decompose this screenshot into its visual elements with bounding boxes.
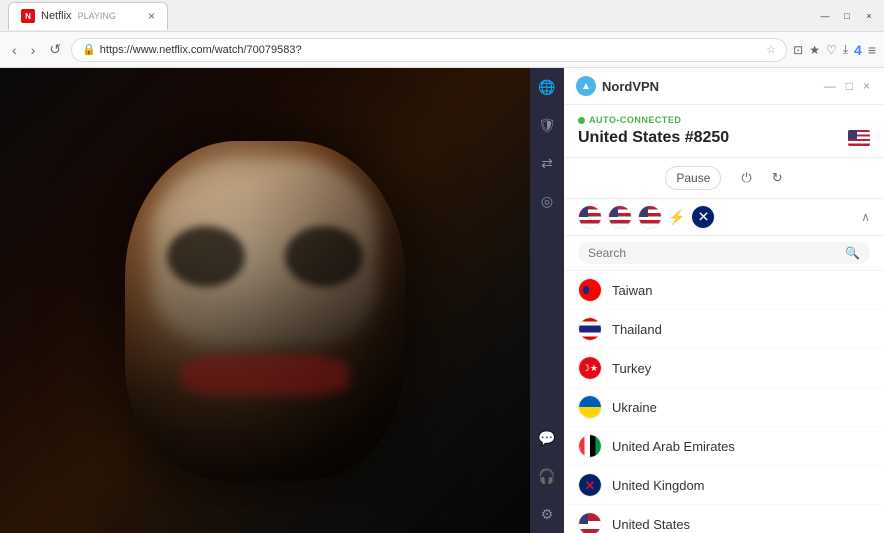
- quick-flag-3[interactable]: [638, 205, 662, 229]
- vpn-main-panel: NordVPN — □ × AUTO-CONNECTED United Stat…: [564, 68, 884, 533]
- bookmark-icon[interactable]: ☆: [766, 43, 776, 56]
- control-row: Pause ⏻ ↻: [564, 158, 884, 199]
- nord-logo-svg: [579, 79, 593, 93]
- joker-image: [125, 141, 405, 481]
- menu-icon[interactable]: ≡: [868, 42, 876, 58]
- flag-uk: ✕: [578, 473, 602, 497]
- address-bar[interactable]: 🔒 https://www.netflix.com/watch/70079583…: [71, 38, 787, 62]
- chevron-up-icon[interactable]: ∧: [861, 210, 870, 224]
- connected-section: AUTO-CONNECTED United States #8250: [564, 105, 884, 158]
- extensions-icon[interactable]: 4: [854, 42, 862, 58]
- sidebar-connect-icon[interactable]: ⇄: [536, 152, 558, 174]
- forward-button[interactable]: ›: [27, 40, 40, 60]
- flag-taiwan: [578, 278, 602, 302]
- sidebar-settings-icon[interactable]: ⚙: [536, 503, 558, 525]
- connected-indicator: [578, 117, 585, 124]
- refresh-button[interactable]: ↺: [45, 39, 65, 60]
- close-button[interactable]: ×: [862, 9, 876, 23]
- url-text: https://www.netflix.com/watch/70079583?: [100, 44, 302, 56]
- star-icon[interactable]: ★: [809, 43, 820, 57]
- heart-icon[interactable]: ♡: [826, 43, 837, 57]
- country-name-ukraine: Ukraine: [612, 400, 657, 415]
- server-row: United States #8250: [578, 129, 870, 147]
- country-name-us: United States: [612, 517, 690, 532]
- country-item-turkey[interactable]: ☽★ Turkey: [564, 349, 884, 388]
- country-item-us[interactable]: United States: [564, 505, 884, 533]
- country-name-uae: United Arab Emirates: [612, 439, 735, 454]
- search-row: 🔍: [564, 236, 884, 271]
- refresh-icon[interactable]: ↻: [772, 170, 783, 186]
- maximize-button[interactable]: □: [840, 9, 854, 23]
- sidebar-globe-icon[interactable]: 🌐: [536, 76, 558, 98]
- quick-flag-2[interactable]: [608, 205, 632, 229]
- browser-addressbar: ‹ › ↺ 🔒 https://www.netflix.com/watch/70…: [0, 32, 884, 68]
- screenshot-icon[interactable]: ⊡: [793, 43, 803, 57]
- pause-label: Pause: [676, 171, 710, 185]
- vpn-maximize-icon[interactable]: □: [844, 77, 855, 95]
- browser-tab[interactable]: N Netflix PLAYING ×: [8, 2, 168, 30]
- browser-titlebar: N Netflix PLAYING × — □ ×: [0, 0, 884, 32]
- lock-icon: 🔒: [82, 43, 96, 56]
- search-input[interactable]: [588, 246, 839, 260]
- flag-ukraine: [578, 395, 602, 419]
- quick-connect-row: ⚡ ∧: [564, 199, 884, 236]
- download-icon[interactable]: ⤓: [843, 42, 848, 57]
- tab-subtitle: PLAYING: [78, 11, 116, 21]
- sidebar-target-icon[interactable]: ◎: [536, 190, 558, 212]
- country-item-uk[interactable]: ✕ United Kingdom: [564, 466, 884, 505]
- auto-connected-badge: AUTO-CONNECTED: [578, 115, 870, 125]
- flag-turkey: ☽★: [578, 356, 602, 380]
- connected-badge-text: AUTO-CONNECTED: [589, 115, 681, 125]
- vpn-header: NordVPN — □ ×: [564, 68, 884, 105]
- country-item-taiwan[interactable]: Taiwan: [564, 271, 884, 310]
- country-name-thailand: Thailand: [612, 322, 662, 337]
- country-name-turkey: Turkey: [612, 361, 651, 376]
- netflix-favicon: N: [21, 9, 35, 23]
- tab-close-button[interactable]: ×: [148, 9, 155, 23]
- server-name: United States #8250: [578, 129, 840, 147]
- video-background: [0, 68, 530, 533]
- country-item-ukraine[interactable]: Ukraine: [564, 388, 884, 427]
- country-name-uk: United Kingdom: [612, 478, 705, 493]
- flag-thailand: [578, 317, 602, 341]
- tab-title: Netflix: [41, 10, 72, 22]
- address-bar-icons: ☆: [766, 43, 776, 56]
- flag-us-list: [578, 512, 602, 533]
- quick-flag-1[interactable]: [578, 205, 602, 229]
- browser-toolbar: ⊡ ★ ♡ ⤓ 4 ≡: [793, 42, 876, 58]
- quick-flag-gb[interactable]: [691, 205, 715, 229]
- lightning-icon[interactable]: ⚡: [668, 209, 685, 226]
- country-item-uae[interactable]: United Arab Emirates: [564, 427, 884, 466]
- vpn-minimize-icon[interactable]: —: [822, 77, 838, 95]
- pause-button[interactable]: Pause: [665, 166, 721, 190]
- vpn-close-icon[interactable]: ×: [861, 77, 872, 95]
- country-name-taiwan: Taiwan: [612, 283, 652, 298]
- connected-country-flag: [848, 130, 870, 146]
- country-item-thailand[interactable]: Thailand: [564, 310, 884, 349]
- vpn-app-title: NordVPN: [602, 79, 659, 94]
- window-controls: — □ ×: [818, 9, 876, 23]
- search-icon: 🔍: [845, 246, 860, 260]
- country-list[interactable]: Taiwan Thailand ☽★ Turkey: [564, 271, 884, 533]
- nordvpn-logo: [576, 76, 596, 96]
- search-box[interactable]: 🔍: [578, 242, 870, 264]
- sidebar-headset-icon[interactable]: 🎧: [536, 465, 558, 487]
- back-button[interactable]: ‹: [8, 40, 21, 60]
- content-area: 🌐 🛡 ⇄ ◎ 💬 🎧 ⚙ NordVPN — □: [0, 68, 884, 533]
- flag-uae: [578, 434, 602, 458]
- sidebar-chat-icon[interactable]: 💬: [536, 427, 558, 449]
- power-icon[interactable]: ⏻: [741, 170, 751, 186]
- vpn-sidebar-strip: 🌐 🛡 ⇄ ◎ 💬 🎧 ⚙: [530, 68, 564, 533]
- sidebar-shield-icon[interactable]: 🛡: [536, 114, 558, 136]
- netflix-video-area[interactable]: [0, 68, 530, 533]
- minimize-button[interactable]: —: [818, 9, 832, 23]
- nordvpn-panel: 🌐 🛡 ⇄ ◎ 💬 🎧 ⚙ NordVPN — □: [530, 68, 884, 533]
